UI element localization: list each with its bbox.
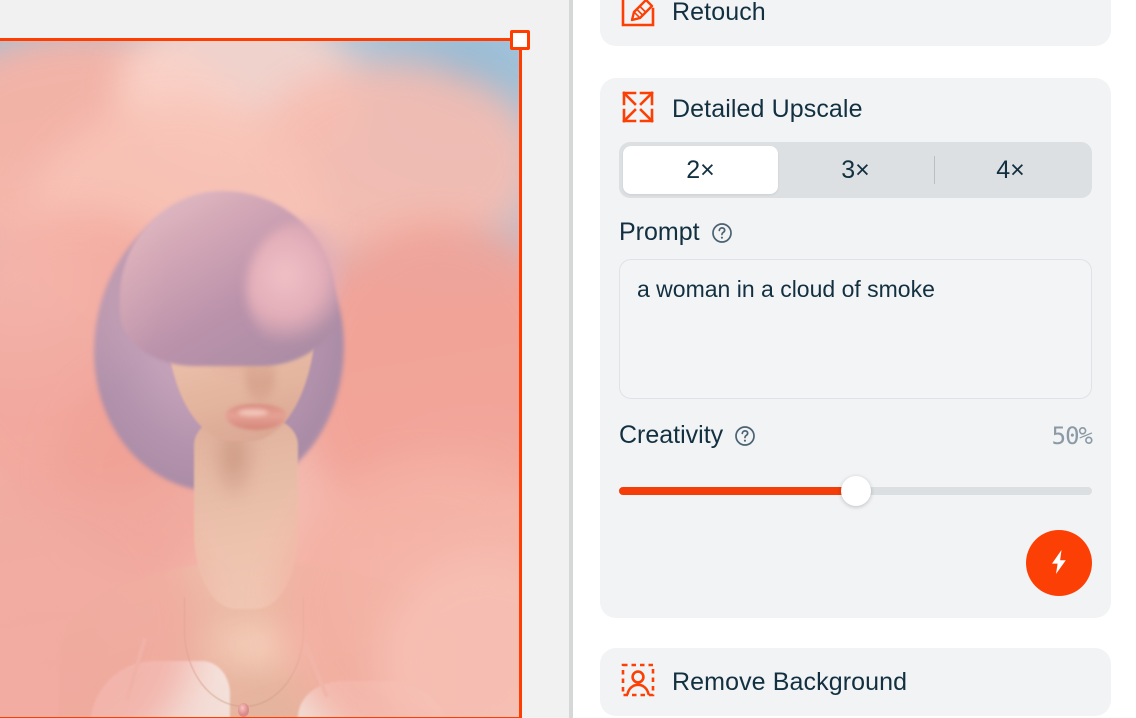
prompt-input[interactable]: a woman in a cloud of smoke: [619, 259, 1092, 399]
question-mark-circle-icon[interactable]: [734, 425, 756, 447]
prompt-label-group: Prompt: [619, 218, 1092, 247]
expand-arrows-icon: [619, 88, 657, 131]
person-cutout-icon: [619, 661, 657, 704]
hair-wisp: [246, 219, 376, 359]
segment-divider: [933, 156, 935, 184]
creativity-value: 50%: [1051, 421, 1093, 450]
scale-segmented-control[interactable]: 2× 3× 4×: [619, 142, 1092, 198]
creativity-slider[interactable]: [619, 476, 1092, 506]
top-right-resize-handle[interactable]: [510, 30, 530, 50]
action-row: [619, 530, 1092, 596]
tool-card-detailed-upscale: Detailed Upscale 2× 3× 4× Prompt a woman…: [600, 78, 1111, 618]
tool-card-remove-background[interactable]: Remove Background: [600, 648, 1111, 716]
lightning-bolt-icon: [1044, 547, 1074, 580]
retouch-pen-icon: [619, 0, 657, 34]
neck-shadow: [198, 423, 258, 543]
slider-fill: [619, 487, 856, 495]
run-upscale-button[interactable]: [1026, 530, 1092, 596]
scale-option-2x[interactable]: 2×: [623, 146, 778, 194]
lip-highlight: [238, 409, 268, 416]
image-editor-app: Retouch Detailed Upscale 2× 3× 4× Prompt…: [0, 0, 1136, 718]
slider-thumb[interactable]: [840, 476, 871, 506]
prompt-label: Prompt: [619, 218, 700, 246]
tool-label-retouch: Retouch: [672, 0, 766, 26]
tool-row-remove-background[interactable]: Remove Background: [600, 648, 1111, 716]
canvas-image: [0, 41, 519, 717]
question-mark-circle-icon[interactable]: [711, 222, 733, 244]
scale-option-4x[interactable]: 4×: [933, 146, 1088, 194]
tool-label-remove-background: Remove Background: [672, 667, 908, 696]
creativity-label-group: Creativity: [619, 421, 756, 450]
tool-row-detailed-upscale[interactable]: Detailed Upscale: [619, 78, 1092, 140]
selection-frame[interactable]: [0, 30, 530, 718]
scale-option-3x[interactable]: 3×: [778, 146, 933, 194]
tools-side-panel: Retouch Detailed Upscale 2× 3× 4× Prompt…: [573, 0, 1136, 718]
artwork: [0, 41, 519, 717]
tool-row-retouch[interactable]: Retouch: [600, 0, 1111, 46]
necklace-pendant: [238, 703, 249, 717]
creativity-label-row: Creativity 50%: [619, 421, 1093, 450]
creativity-label: Creativity: [619, 421, 724, 449]
image-canvas[interactable]: [0, 0, 573, 718]
tool-label-detailed-upscale: Detailed Upscale: [672, 94, 863, 123]
tool-card-retouch[interactable]: Retouch: [600, 0, 1111, 46]
